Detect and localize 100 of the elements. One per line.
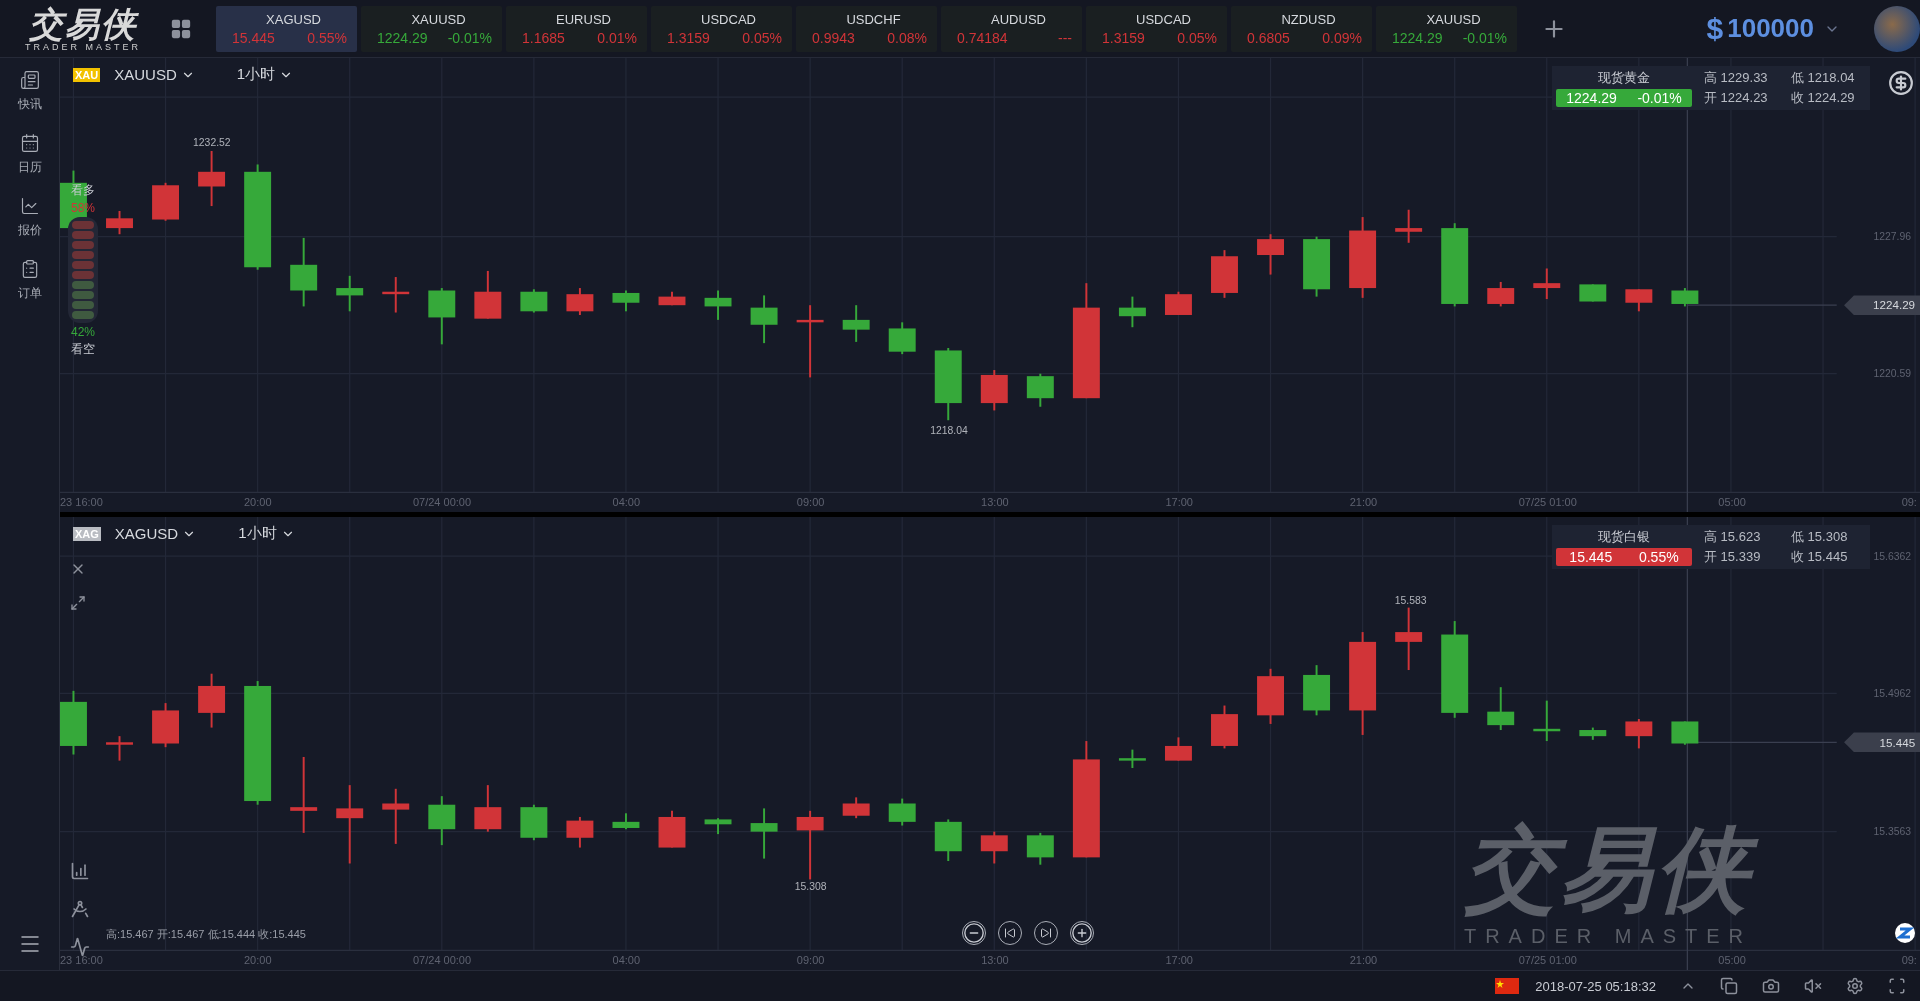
time-axis-label: 17:00 — [1165, 953, 1193, 966]
open-value: 开 15.339 — [1703, 548, 1762, 566]
newspaper-icon — [19, 70, 40, 90]
current-price-tag: 1224.29 — [1844, 295, 1920, 315]
price-axis-label: 15.4962 — [1873, 688, 1912, 699]
ticker-card[interactable]: USDCAD 1.3159 0.05% — [1086, 5, 1227, 52]
low-price-label: 1218.04 — [930, 424, 968, 436]
sidebar-item[interactable]: 订单 — [17, 259, 42, 302]
avatar[interactable] — [1874, 5, 1920, 52]
fullscreen-icon[interactable] — [1888, 977, 1906, 995]
ticker-card[interactable]: AUDUSD 0.74184 --- — [941, 5, 1082, 52]
bear-label: 看空 — [71, 341, 95, 358]
candlestick — [612, 289, 640, 313]
candlestick — [704, 289, 732, 321]
skip-back-icon — [1004, 927, 1016, 939]
low-value: 低 1218.04 — [1790, 69, 1856, 87]
low-value: 低 15.308 — [1790, 528, 1849, 546]
candlestick — [290, 236, 318, 308]
candlestick — [1671, 720, 1699, 746]
candlestick — [520, 288, 548, 314]
settings-icon[interactable] — [1846, 977, 1864, 995]
time-axis-label: 07/25 01:00 — [1518, 953, 1577, 966]
ticker-card[interactable]: EURUSD 1.1685 0.01% — [506, 5, 647, 52]
instrument-name: 现货黄金 — [1597, 69, 1651, 87]
price-axis-label: 15.6362 — [1873, 550, 1912, 562]
candlestick — [382, 276, 410, 314]
symbol-select[interactable]: XAGUSD — [108, 524, 203, 543]
time-axis-label: 09: — [1901, 495, 1917, 508]
windows-icon[interactable] — [1720, 977, 1738, 995]
zoom-out-button[interactable] — [962, 921, 986, 945]
candlestick — [1026, 372, 1054, 408]
sidebar-item[interactable]: 快讯 — [17, 70, 42, 113]
ticker-card[interactable]: USDCAD 1.3159 0.05% — [651, 5, 792, 52]
candlestick — [106, 210, 133, 236]
candlestick — [1211, 249, 1238, 299]
candlestick — [750, 807, 778, 860]
logo-name: 交易侠 — [29, 5, 137, 42]
candlestick — [658, 290, 686, 307]
round-logo-icon[interactable] — [1894, 922, 1916, 944]
dollar-button[interactable] — [1888, 70, 1914, 96]
calendar-icon — [19, 133, 40, 153]
sidebar-item[interactable]: 日历 — [17, 133, 42, 176]
logo-tagline: TRADER MASTER — [25, 41, 141, 52]
ticker-card[interactable]: NZDUSD 0.6805 0.09% — [1231, 5, 1372, 52]
high-value: 高 15.623 — [1703, 528, 1762, 546]
candlestick — [106, 735, 133, 762]
price-axis-label: 1220.59 — [1873, 368, 1912, 380]
change-value: 0.55% — [1638, 549, 1679, 565]
line-chart-icon — [19, 196, 40, 216]
close-value: 收 1224.29 — [1790, 89, 1856, 107]
ticker-card[interactable]: XAUUSD 1224.29 -0.01% — [1376, 5, 1517, 52]
symbol-select[interactable]: XAUUSD — [108, 65, 201, 84]
bear-percent: 42% — [71, 325, 95, 339]
time-axis-label: 21:00 — [1349, 495, 1378, 508]
indicator-chart-icon[interactable] — [70, 861, 90, 881]
mute-icon[interactable] — [1804, 977, 1822, 995]
candlestick — [428, 795, 456, 847]
zoom-in-button[interactable] — [1070, 921, 1094, 945]
drafting-compass-icon[interactable] — [70, 899, 90, 919]
high-price-label: 15.583 — [1394, 594, 1427, 606]
chart-watermark-tagline: TRADER MASTER — [1463, 925, 1753, 948]
candlestick — [1026, 831, 1054, 866]
ohlc-readout: 高:15.467 开:15.467 低:15.444 收:15.445 — [106, 927, 306, 942]
instrument-name: 现货白银 — [1597, 528, 1651, 546]
grid-icon[interactable] — [170, 17, 192, 40]
candlestick — [336, 274, 364, 313]
candlestick — [566, 287, 594, 316]
candlestick — [198, 672, 226, 729]
candlestick — [198, 150, 226, 208]
candlestick — [1395, 208, 1423, 244]
price-axis-label: 1227.96 — [1873, 231, 1912, 243]
high-value: 高 1229.33 — [1703, 69, 1769, 87]
sidebar-item[interactable]: 报价 — [17, 196, 42, 239]
pulse-icon[interactable] — [70, 937, 90, 957]
interval-select[interactable]: 1小时 — [232, 523, 301, 544]
ticker-card[interactable]: XAUUSD 1224.29 -0.01% — [361, 5, 502, 52]
candlestick — [1257, 667, 1284, 725]
skip-forward-icon — [1040, 927, 1052, 939]
price-value: 1224.29 — [1566, 90, 1617, 106]
candlestick — [382, 787, 410, 845]
candlestick — [842, 304, 870, 343]
time-axis-label: 09:00 — [796, 953, 825, 966]
time-axis-label: 04:00 — [612, 495, 641, 508]
interval-select[interactable]: 1小时 — [230, 64, 300, 85]
candlestick — [1533, 267, 1561, 301]
symbol-badge: XAU — [73, 67, 101, 82]
ticker-card[interactable]: XAGUSD 15.445 0.55% — [216, 5, 357, 52]
candlestick — [1533, 699, 1561, 743]
candlestick — [1118, 748, 1146, 769]
change-value: -0.01% — [1637, 90, 1682, 106]
price-value: 15.445 — [1569, 549, 1613, 565]
low-price-label: 15.308 — [794, 881, 827, 893]
candlestick — [1165, 290, 1192, 316]
balance-button[interactable]: $100000 — [1700, 10, 1846, 47]
camera-icon[interactable] — [1762, 977, 1780, 995]
candlestick — [1487, 280, 1515, 308]
candlestick — [1671, 287, 1699, 308]
candlestick — [1257, 233, 1284, 276]
ticker-card[interactable]: USDCHF 0.9943 0.08% — [796, 5, 937, 52]
expand-icon[interactable] — [70, 595, 86, 611]
